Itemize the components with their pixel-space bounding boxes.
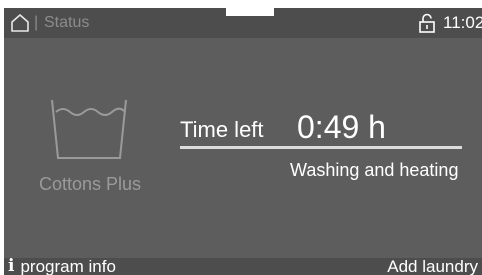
- top-notch: [226, 8, 274, 16]
- info-icon: i: [8, 256, 15, 275]
- progress-bar: [180, 146, 462, 149]
- bottom-bar: i program info Add laundry: [4, 258, 482, 275]
- program-info-button[interactable]: i program info: [4, 258, 116, 275]
- wash-tub-icon: [51, 99, 127, 159]
- status-separator: |: [34, 14, 39, 31]
- time-left-value: 0:49 h: [297, 109, 386, 145]
- program-phase: Washing and heating: [290, 160, 459, 180]
- padlock-icon: [419, 13, 435, 33]
- program-info-label: program info: [20, 257, 116, 275]
- program-name: Cottons Plus: [38, 174, 142, 194]
- appliance-display: | Status 11:02 Cottons Plus Time left 0:…: [4, 8, 482, 275]
- status-title: Status: [44, 14, 90, 31]
- time-left-label: Time left: [180, 117, 264, 142]
- progress-fill: [180, 146, 462, 149]
- clock-time: 11:02: [443, 13, 482, 32]
- home-icon[interactable]: [10, 13, 30, 33]
- add-laundry-button[interactable]: Add laundry: [387, 258, 478, 275]
